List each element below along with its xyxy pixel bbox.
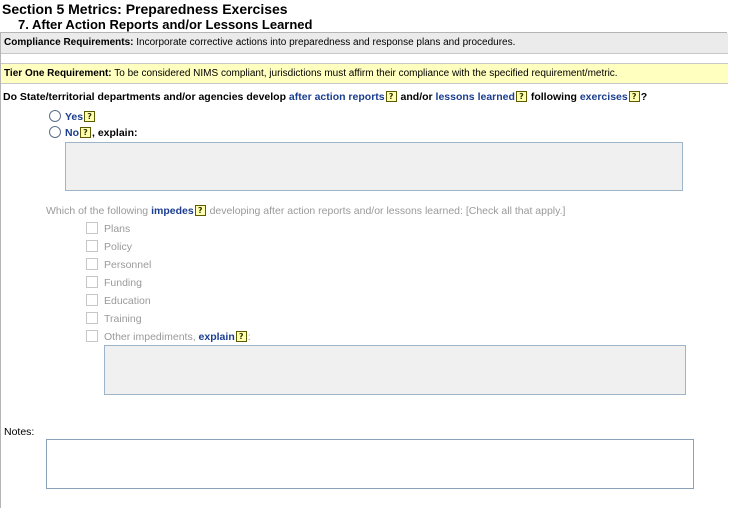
impediment-label: Training [104, 313, 142, 325]
checkbox[interactable] [86, 312, 98, 324]
impedes-link[interactable]: impedes [151, 205, 194, 217]
subsection-title: 7. After Action Reports and/or Lessons L… [18, 17, 313, 32]
no-explain-label: , explain: [92, 127, 138, 139]
impediment-option-training[interactable]: Training [86, 312, 142, 325]
impediment-option-plans[interactable]: Plans [86, 222, 130, 235]
notes-textarea[interactable] [46, 439, 694, 489]
question-text: ? [640, 91, 648, 103]
help-icon[interactable]: ? [628, 91, 640, 102]
help-icon[interactable]: ? [385, 91, 397, 102]
after-action-reports-link[interactable]: after action reports [289, 91, 385, 103]
tier-one-requirement-band: Tier One Requirement: To be considered N… [1, 63, 728, 84]
question-text: and/or [397, 91, 436, 103]
help-icon[interactable]: ? [80, 127, 91, 138]
no-link[interactable]: No [65, 127, 79, 139]
impediment-option-personnel[interactable]: Personnel [86, 258, 151, 271]
no-radio[interactable] [49, 126, 61, 138]
impediment-option-education[interactable]: Education [86, 294, 151, 307]
question-text: following [527, 91, 580, 103]
help-icon[interactable]: ? [194, 205, 206, 216]
tier-text: To be considered NIMS compliant, jurisdi… [111, 68, 618, 79]
exercises-link[interactable]: exercises [580, 91, 628, 103]
no-explain-textarea[interactable] [65, 142, 683, 191]
help-icon[interactable]: ? [235, 331, 247, 342]
impediment-label: Other impediments, [104, 331, 199, 343]
yes-link[interactable]: Yes [65, 111, 83, 123]
yes-option[interactable]: Yes? [49, 110, 96, 123]
impedes-question: Which of the following impedes? developi… [46, 205, 565, 217]
impediment-label: Education [104, 295, 151, 307]
lessons-learned-link[interactable]: lessons learned [436, 91, 515, 103]
compliance-text: Incorporate corrective actions into prep… [133, 37, 516, 48]
help-icon[interactable]: ? [84, 111, 96, 122]
no-option[interactable]: No?, explain: [49, 126, 138, 139]
impediment-label: Funding [104, 277, 142, 289]
impedes-question-text: Which of the following [46, 205, 152, 217]
yes-radio[interactable] [49, 110, 61, 122]
impediment-label: Personnel [104, 259, 152, 271]
checkbox[interactable] [86, 258, 98, 270]
checkbox[interactable] [86, 276, 98, 288]
checkbox[interactable] [86, 240, 98, 252]
notes-label: Notes: [4, 426, 35, 438]
section-title: Section 5 Metrics: Preparedness Exercise… [2, 1, 288, 17]
help-icon[interactable]: ? [515, 91, 527, 102]
checkbox[interactable] [86, 294, 98, 306]
checkbox[interactable] [86, 222, 98, 234]
main-question: Do State/territorial departments and/or … [3, 91, 647, 103]
impediment-label: Policy [104, 241, 133, 253]
impediment-label: : [247, 331, 251, 343]
impedes-question-text: developing after action reports and/or l… [206, 205, 566, 217]
impediment-option-funding[interactable]: Funding [86, 276, 142, 289]
compliance-label: Compliance Requirements: [4, 37, 134, 48]
checkbox[interactable] [86, 330, 98, 342]
other-impediments-textarea[interactable] [104, 345, 686, 395]
tier-label: Tier One Requirement: [4, 68, 112, 79]
compliance-requirements-band: Compliance Requirements: Incorporate cor… [1, 33, 728, 54]
impediment-label: Plans [104, 223, 131, 235]
question-text: Do State/territorial departments and/or … [3, 91, 289, 103]
impediment-option-policy[interactable]: Policy [86, 240, 132, 253]
impediment-option-other[interactable]: Other impediments, explain?: [86, 330, 251, 343]
explain-link[interactable]: explain [199, 331, 235, 343]
